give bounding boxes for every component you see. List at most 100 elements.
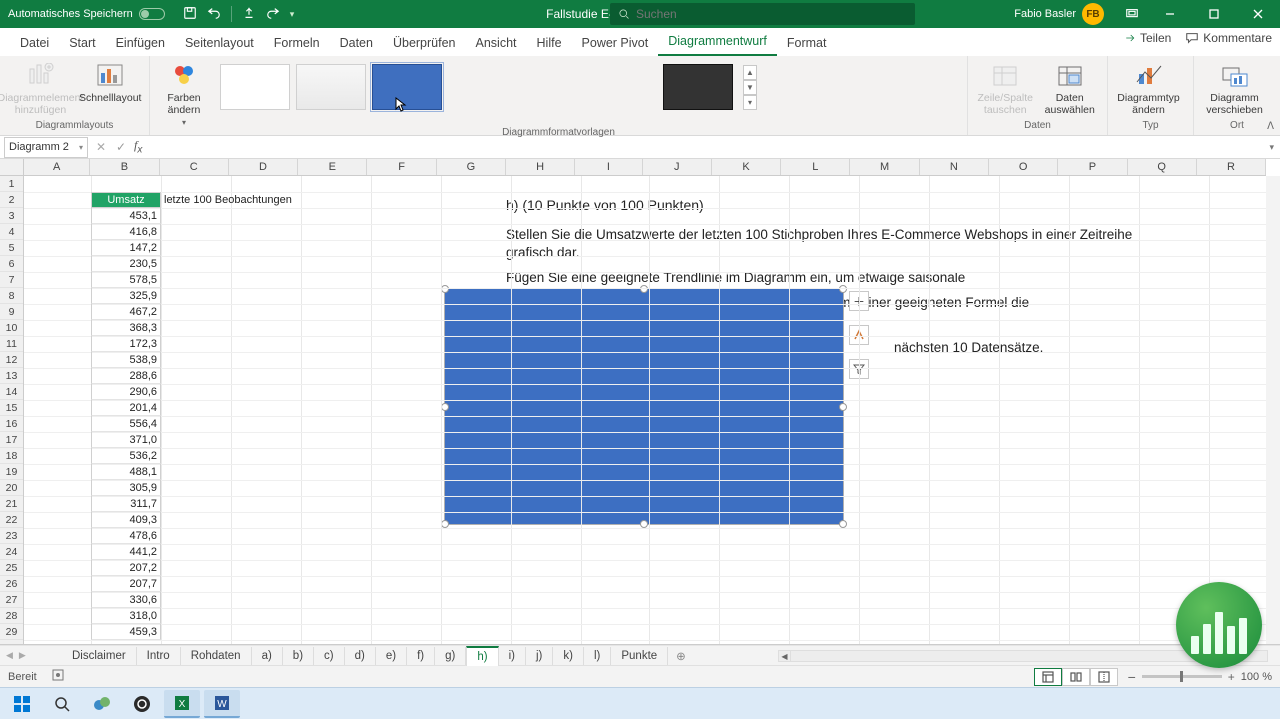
sheet-tab-g[interactable]: g) [435, 647, 466, 665]
cancel-icon[interactable]: ✕ [94, 140, 108, 154]
cell-b6[interactable]: 230,5 [91, 256, 161, 272]
sheet-tab-disclaimer[interactable]: Disclaimer [62, 647, 137, 665]
col-header-N[interactable]: N [920, 159, 989, 175]
row-header-17[interactable]: 17 [0, 432, 23, 448]
change-colors-button[interactable]: Farben ändern▾ [158, 60, 210, 127]
row-header-1[interactable]: 1 [0, 176, 23, 192]
sheet-tab-a[interactable]: a) [252, 647, 283, 665]
zoom-slider[interactable] [1142, 675, 1222, 678]
zoom-out-icon[interactable]: − [1128, 669, 1136, 685]
row-header-4[interactable]: 4 [0, 224, 23, 240]
cell-c2[interactable]: letzte 100 Beobachtungen [161, 192, 321, 208]
ribbon-display-icon[interactable] [1116, 0, 1148, 28]
cell-b10[interactable]: 368,3 [91, 320, 161, 336]
resize-handle[interactable] [839, 520, 847, 528]
resize-handle[interactable] [640, 285, 648, 293]
row-header-28[interactable]: 28 [0, 608, 23, 624]
cell-b7[interactable]: 578,5 [91, 272, 161, 288]
maximize-button[interactable] [1192, 0, 1236, 28]
resize-handle[interactable] [441, 403, 449, 411]
tab-hilfe[interactable]: Hilfe [527, 30, 572, 56]
cell-b23[interactable]: 478,6 [91, 528, 161, 544]
macro-record-icon[interactable] [51, 668, 65, 685]
cell-b18[interactable]: 536,2 [91, 448, 161, 464]
sheet-tab-e[interactable]: e) [376, 647, 407, 665]
select-data-button[interactable]: Daten auswählen [1041, 60, 1100, 116]
cell-b28[interactable]: 318,0 [91, 608, 161, 624]
cell-b26[interactable]: 207,7 [91, 576, 161, 592]
cell-b5[interactable]: 147,2 [91, 240, 161, 256]
start-button[interactable] [4, 690, 40, 718]
row-header-2[interactable]: 2 [0, 192, 23, 208]
sheet-tab-i[interactable]: i) [499, 647, 526, 665]
resize-handle[interactable] [839, 285, 847, 293]
cell-b24[interactable]: 441,2 [91, 544, 161, 560]
col-header-I[interactable]: I [575, 159, 642, 175]
sheet-tab-j[interactable]: j) [526, 647, 553, 665]
sheet-tab-c[interactable]: c) [314, 647, 345, 665]
enter-icon[interactable]: ✓ [114, 140, 128, 154]
name-box[interactable]: Diagramm 2▾ [4, 137, 88, 158]
resize-handle[interactable] [839, 403, 847, 411]
resize-handle[interactable] [441, 285, 449, 293]
normal-view-button[interactable] [1034, 668, 1062, 686]
col-header-E[interactable]: E [298, 159, 367, 175]
resize-handle[interactable] [640, 520, 648, 528]
pagebreak-view-button[interactable] [1090, 668, 1118, 686]
cells-area[interactable]: h) (10 Punkte von 100 Punkten) Stellen S… [24, 176, 1266, 644]
row-header-6[interactable]: 6 [0, 256, 23, 272]
cell-b12[interactable]: 538,9 [91, 352, 161, 368]
undo-icon[interactable] [207, 6, 221, 23]
col-header-F[interactable]: F [367, 159, 436, 175]
row-header-22[interactable]: 22 [0, 512, 23, 528]
col-header-M[interactable]: M [850, 159, 919, 175]
cell-b20[interactable]: 305,9 [91, 480, 161, 496]
qat-dropdown-icon[interactable]: ▾ [290, 9, 295, 20]
taskbar-word[interactable]: W [204, 690, 240, 718]
row-header-13[interactable]: 13 [0, 368, 23, 384]
tab-power pivot[interactable]: Power Pivot [572, 30, 659, 56]
cell-b9[interactable]: 467,2 [91, 304, 161, 320]
tab-daten[interactable]: Daten [330, 30, 383, 56]
cell-b14[interactable]: 290,6 [91, 384, 161, 400]
row-header-14[interactable]: 14 [0, 384, 23, 400]
tab-format[interactable]: Format [777, 30, 837, 56]
tab-überprüfen[interactable]: Überprüfen [383, 30, 466, 56]
zoom-control[interactable]: − + 100 % [1128, 669, 1272, 685]
row-header-27[interactable]: 27 [0, 592, 23, 608]
chart-style-3[interactable] [372, 64, 442, 110]
row-header-18[interactable]: 18 [0, 448, 23, 464]
gallery-down-icon[interactable]: ▼ [743, 80, 757, 95]
cell-b11[interactable]: 172,3 [91, 336, 161, 352]
quick-layout-button[interactable]: Schnelllayout [79, 60, 141, 104]
close-button[interactable] [1236, 0, 1280, 28]
sheet-tab-h[interactable]: h) [466, 646, 498, 666]
gallery-up-icon[interactable]: ▲ [743, 65, 757, 80]
sheet-tab-rohdaten[interactable]: Rohdaten [181, 647, 252, 665]
row-header-24[interactable]: 24 [0, 544, 23, 560]
col-header-K[interactable]: K [712, 159, 781, 175]
row-header-19[interactable]: 19 [0, 464, 23, 480]
tab-seitenlayout[interactable]: Seitenlayout [175, 30, 264, 56]
toggle-switch-icon[interactable] [139, 8, 165, 20]
taskbar-obs[interactable] [124, 690, 160, 718]
col-header-A[interactable]: A [24, 159, 90, 175]
col-header-H[interactable]: H [506, 159, 575, 175]
cell-b15[interactable]: 201,4 [91, 400, 161, 416]
cell-b2[interactable]: Umsatz [91, 192, 161, 208]
tab-formeln[interactable]: Formeln [264, 30, 330, 56]
col-header-O[interactable]: O [989, 159, 1058, 175]
row-header-20[interactable]: 20 [0, 480, 23, 496]
taskbar-search-icon[interactable] [44, 690, 80, 718]
cell-b16[interactable]: 556,4 [91, 416, 161, 432]
chart-style-1[interactable] [220, 64, 290, 110]
sheet-nav-arrows[interactable]: ◀▶ [6, 650, 26, 661]
row-header-9[interactable]: 9 [0, 304, 23, 320]
chart-style-n[interactable] [663, 64, 733, 110]
col-header-P[interactable]: P [1058, 159, 1127, 175]
tab-datei[interactable]: Datei [10, 30, 59, 56]
row-header-26[interactable]: 26 [0, 576, 23, 592]
sheet-tab-k[interactable]: k) [553, 647, 584, 665]
row-header-5[interactable]: 5 [0, 240, 23, 256]
minimize-button[interactable] [1148, 0, 1192, 28]
